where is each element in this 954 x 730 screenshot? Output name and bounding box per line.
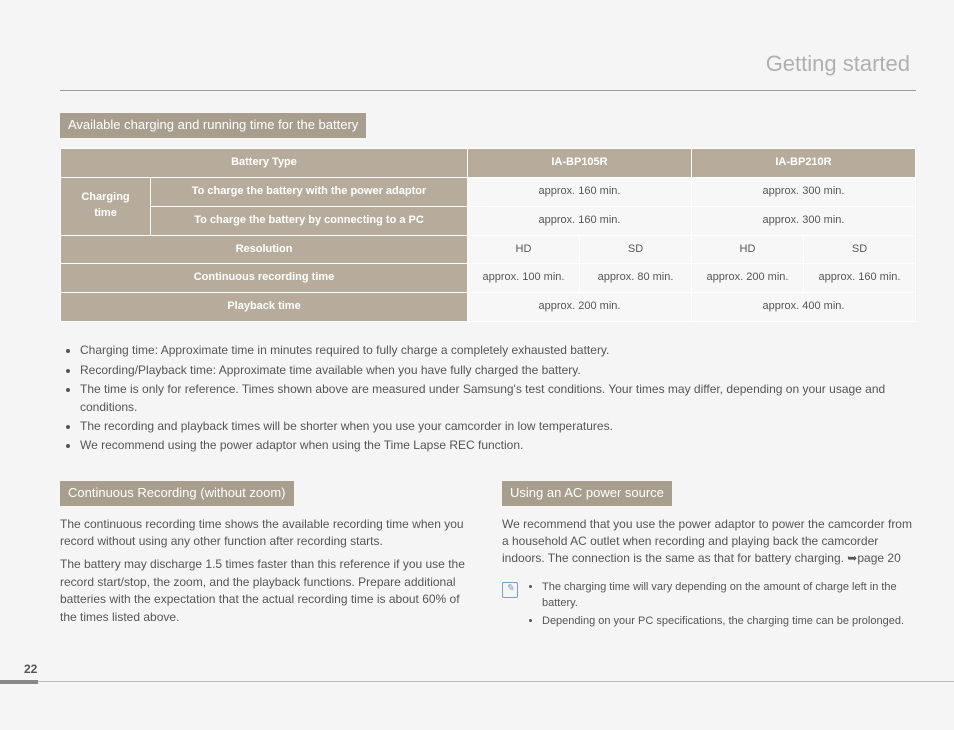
paragraph: The continuous recording time shows the … — [60, 516, 474, 551]
note-item: Charging time: Approximate time in minut… — [80, 342, 916, 359]
td-adaptor-210: approx. 300 min. — [692, 177, 916, 206]
th-pc: To charge the battery by connecting to a… — [151, 206, 468, 235]
td-cont-210-hd: approx. 200 min. — [692, 264, 804, 293]
note-item: Depending on your PC specifications, the… — [542, 614, 916, 630]
th-charging-time: Charging time — [61, 177, 151, 235]
td-210-hd: HD — [692, 235, 804, 264]
td-cont-105-sd: approx. 80 min. — [580, 264, 692, 293]
note-item: The charging time will vary depending on… — [542, 580, 916, 612]
td-210-sd: SD — [804, 235, 916, 264]
td-play-210: approx. 400 min. — [692, 293, 916, 322]
note-item: Recording/Playback time: Approximate tim… — [80, 362, 916, 379]
battery-table: Battery Type IA-BP105R IA-BP210R Chargin… — [60, 148, 916, 323]
th-bp105r: IA-BP105R — [468, 148, 692, 177]
td-adaptor-105: approx. 160 min. — [468, 177, 692, 206]
page-margin-mark — [0, 680, 38, 684]
th-battery-type: Battery Type — [61, 148, 468, 177]
note-box: ✎ The charging time will vary depending … — [502, 580, 916, 632]
td-cont-210-sd: approx. 160 min. — [804, 264, 916, 293]
notes-list: Charging time: Approximate time in minut… — [60, 342, 916, 454]
paragraph: We recommend that you use the power adap… — [502, 516, 916, 568]
column-right: Using an AC power source We recommend th… — [502, 481, 916, 632]
th-playback: Playback time — [61, 293, 468, 322]
td-pc-210: approx. 300 min. — [692, 206, 916, 235]
td-105-hd: HD — [468, 235, 580, 264]
td-pc-105: approx. 160 min. — [468, 206, 692, 235]
th-resolution: Resolution — [61, 235, 468, 264]
title-rule — [60, 90, 916, 91]
paragraph: The battery may discharge 1.5 times fast… — [60, 556, 474, 626]
column-left: Continuous Recording (without zoom) The … — [60, 481, 474, 632]
note-item: The time is only for reference. Times sh… — [80, 381, 916, 416]
note-item: The recording and playback times will be… — [80, 418, 916, 435]
section-heading-ac: Using an AC power source — [502, 481, 672, 506]
note-item: We recommend using the power adaptor whe… — [80, 437, 916, 454]
note-icon: ✎ — [502, 582, 518, 598]
section-heading-continuous: Continuous Recording (without zoom) — [60, 481, 294, 506]
page-title: Getting started — [60, 48, 916, 80]
bottom-rule — [38, 681, 954, 682]
td-cont-105-hd: approx. 100 min. — [468, 264, 580, 293]
page-number: 22 — [24, 661, 37, 678]
th-adaptor: To charge the battery with the power ada… — [151, 177, 468, 206]
th-continuous: Continuous recording time — [61, 264, 468, 293]
td-105-sd: SD — [580, 235, 692, 264]
section-heading-battery: Available charging and running time for … — [60, 113, 366, 138]
th-bp210r: IA-BP210R — [692, 148, 916, 177]
td-play-105: approx. 200 min. — [468, 293, 692, 322]
